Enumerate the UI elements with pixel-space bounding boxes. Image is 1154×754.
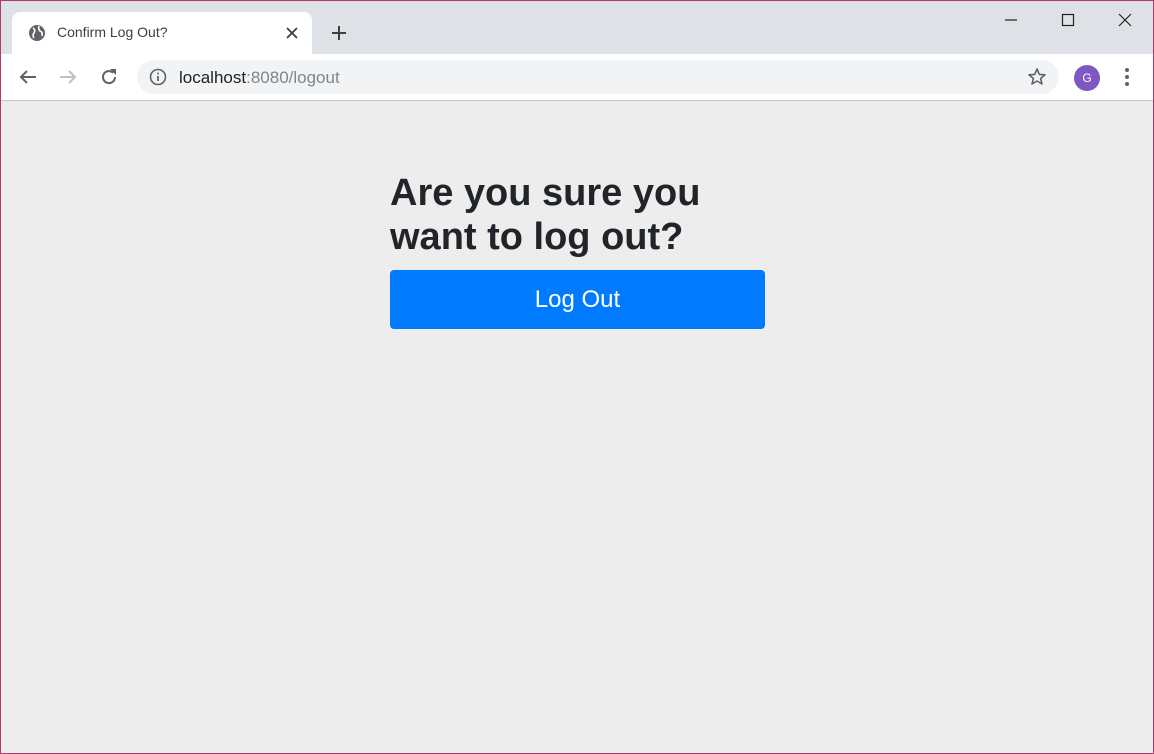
forward-arrow-icon[interactable]: [56, 65, 80, 89]
info-icon[interactable]: [149, 68, 167, 86]
bookmark-star-icon[interactable]: [1027, 67, 1047, 87]
globe-icon: [28, 24, 46, 42]
maximize-window-icon[interactable]: [1040, 1, 1096, 39]
url-path: :8080/logout: [246, 68, 340, 87]
browser-toolbar: localhost:8080/logout G: [1, 54, 1153, 101]
tab-confirm-log-out[interactable]: Confirm Log Out?: [12, 12, 312, 54]
page-content: Are you sure you want to log out? Log Ou…: [1, 101, 1153, 753]
more-menu-icon[interactable]: [1115, 65, 1139, 89]
tab-strip: Confirm Log Out?: [1, 1, 1153, 54]
new-tab-plus-icon[interactable]: [327, 21, 351, 45]
reload-icon[interactable]: [97, 65, 121, 89]
url-text[interactable]: localhost:8080/logout: [179, 68, 340, 88]
log-out-button[interactable]: Log Out: [390, 270, 765, 329]
close-tab-icon[interactable]: [284, 25, 300, 41]
url-host: localhost: [179, 68, 247, 87]
close-window-icon[interactable]: [1097, 1, 1153, 39]
address-bar[interactable]: localhost:8080/logout: [137, 60, 1059, 94]
browser-window: Confirm Log Out? localhost:8080/logout G…: [0, 0, 1154, 754]
back-arrow-icon[interactable]: [16, 65, 40, 89]
page-heading: Are you sure you want to log out?: [390, 172, 701, 258]
tab-title: Confirm Log Out?: [57, 24, 168, 40]
profile-avatar[interactable]: G: [1074, 65, 1100, 91]
minimize-window-icon[interactable]: [983, 1, 1039, 39]
